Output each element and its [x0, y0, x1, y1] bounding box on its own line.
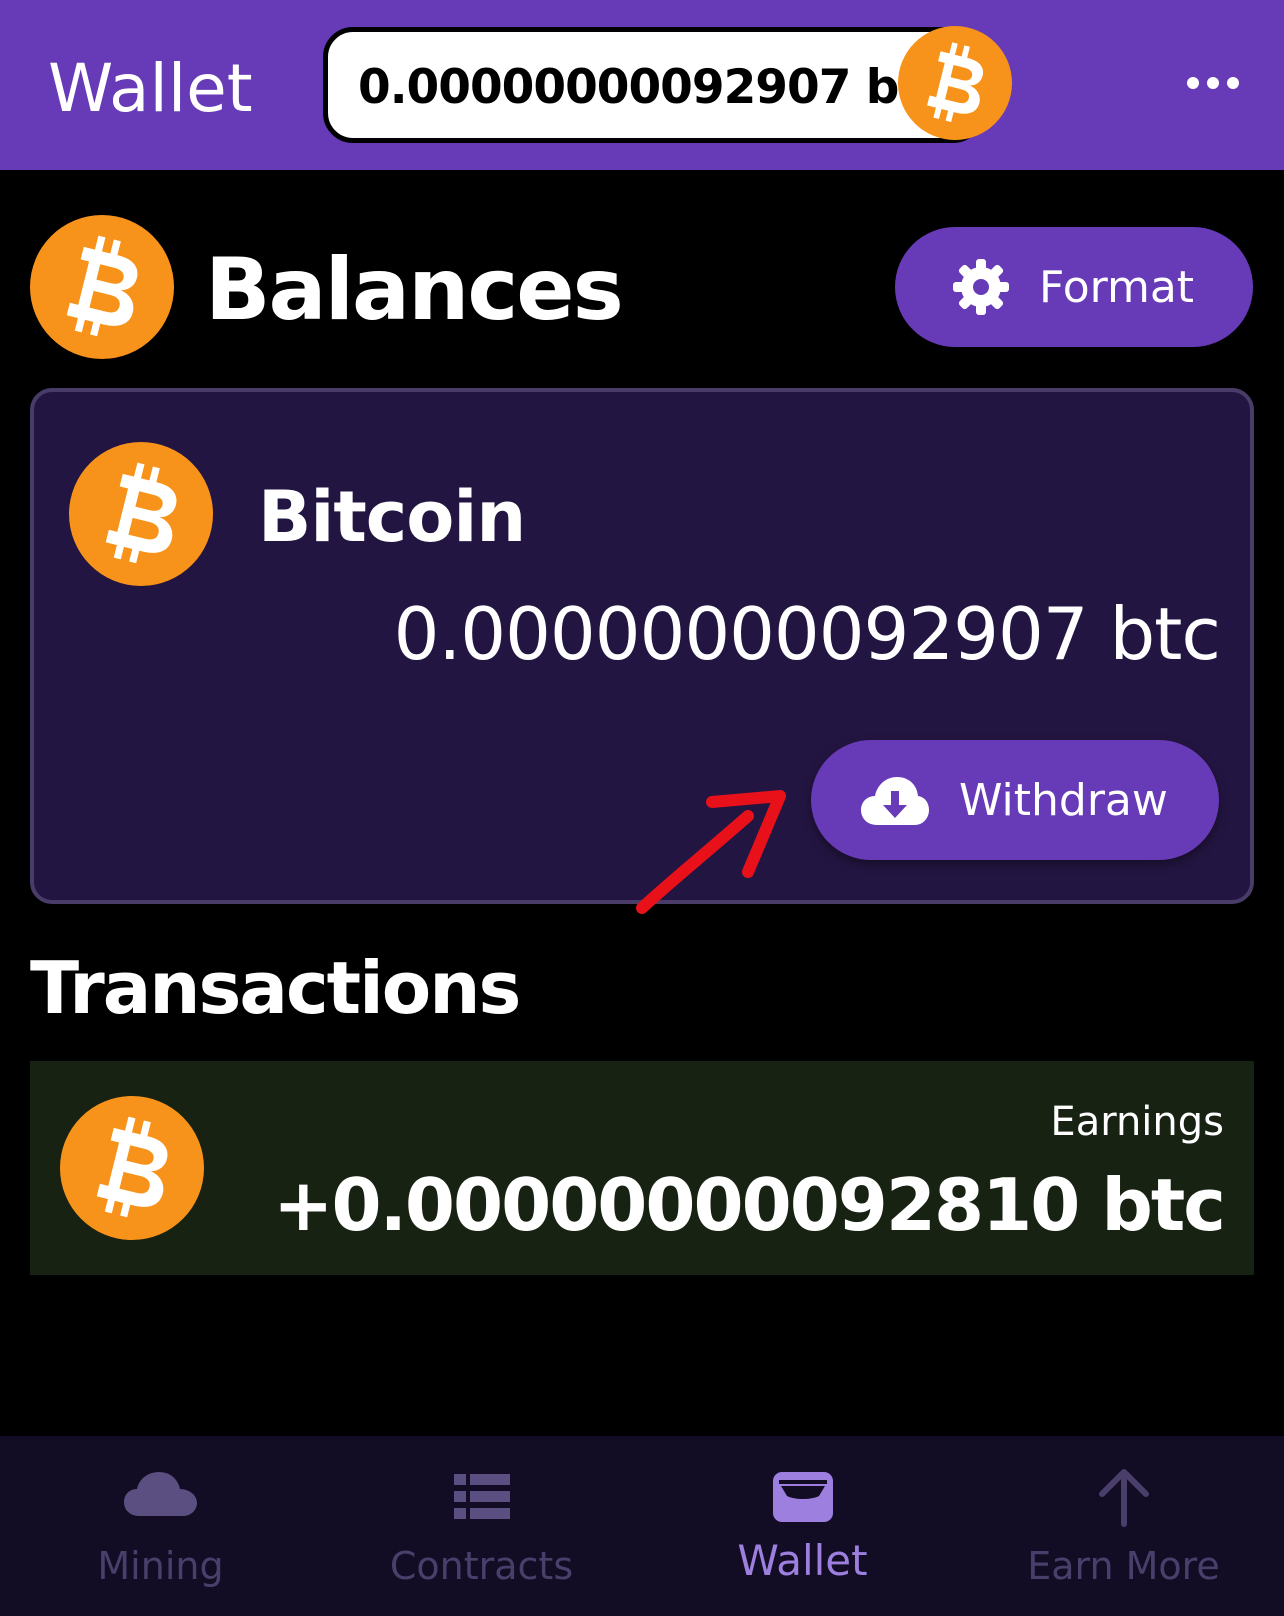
bitcoin-icon — [898, 26, 1012, 140]
nav-label-mining: Mining — [97, 1544, 224, 1588]
nav-label-contracts: Contracts — [389, 1544, 574, 1588]
list-icon — [453, 1474, 510, 1519]
wallet-icon — [772, 1472, 833, 1522]
currency-name: Bitcoin — [258, 476, 526, 558]
top-app-bar: Wallet 0.00000000092907 btc — [0, 0, 1284, 170]
bitcoin-icon — [30, 215, 174, 359]
transaction-amount: +0.00000000092810 btc — [273, 1163, 1226, 1247]
more-horizontal-icon[interactable] — [1183, 68, 1243, 98]
app-title: Wallet — [48, 50, 253, 127]
header-balance-value: 0.00000000092907 btc — [358, 60, 948, 115]
nav-item-wallet[interactable]: Wallet — [642, 1436, 963, 1616]
transactions-heading: Transactions — [30, 946, 521, 1030]
transaction-type: Earnings — [1050, 1099, 1224, 1145]
transaction-row[interactable]: Earnings +0.00000000092810 btc — [30, 1061, 1254, 1275]
header-balance-pill[interactable]: 0.00000000092907 btc — [323, 27, 983, 143]
balances-heading: Balances — [205, 240, 624, 340]
gear-icon — [953, 259, 1009, 315]
currency-balance: 0.00000000092907 btc — [393, 592, 1221, 676]
nav-label-wallet: Wallet — [737, 1536, 868, 1585]
format-button-label: Format — [1039, 261, 1195, 313]
nav-item-earn-more[interactable]: Earn More — [963, 1436, 1284, 1616]
annotation-arrow — [636, 790, 786, 914]
withdraw-button-label: Withdraw — [959, 774, 1168, 826]
bitcoin-icon — [60, 1096, 204, 1240]
arrow-up-icon — [1098, 1469, 1149, 1527]
cloud-icon — [123, 1472, 197, 1516]
bitcoin-icon — [69, 442, 213, 586]
nav-item-contracts[interactable]: Contracts — [321, 1436, 642, 1616]
nav-item-mining[interactable]: Mining — [0, 1436, 321, 1616]
format-button[interactable]: Format — [895, 227, 1253, 347]
cloud-download-icon — [861, 777, 929, 825]
withdraw-button[interactable]: Withdraw — [811, 740, 1219, 860]
nav-label-earn-more: Earn More — [1027, 1544, 1220, 1588]
bottom-navigation: Mining Contracts Wallet Earn More — [0, 1436, 1284, 1616]
